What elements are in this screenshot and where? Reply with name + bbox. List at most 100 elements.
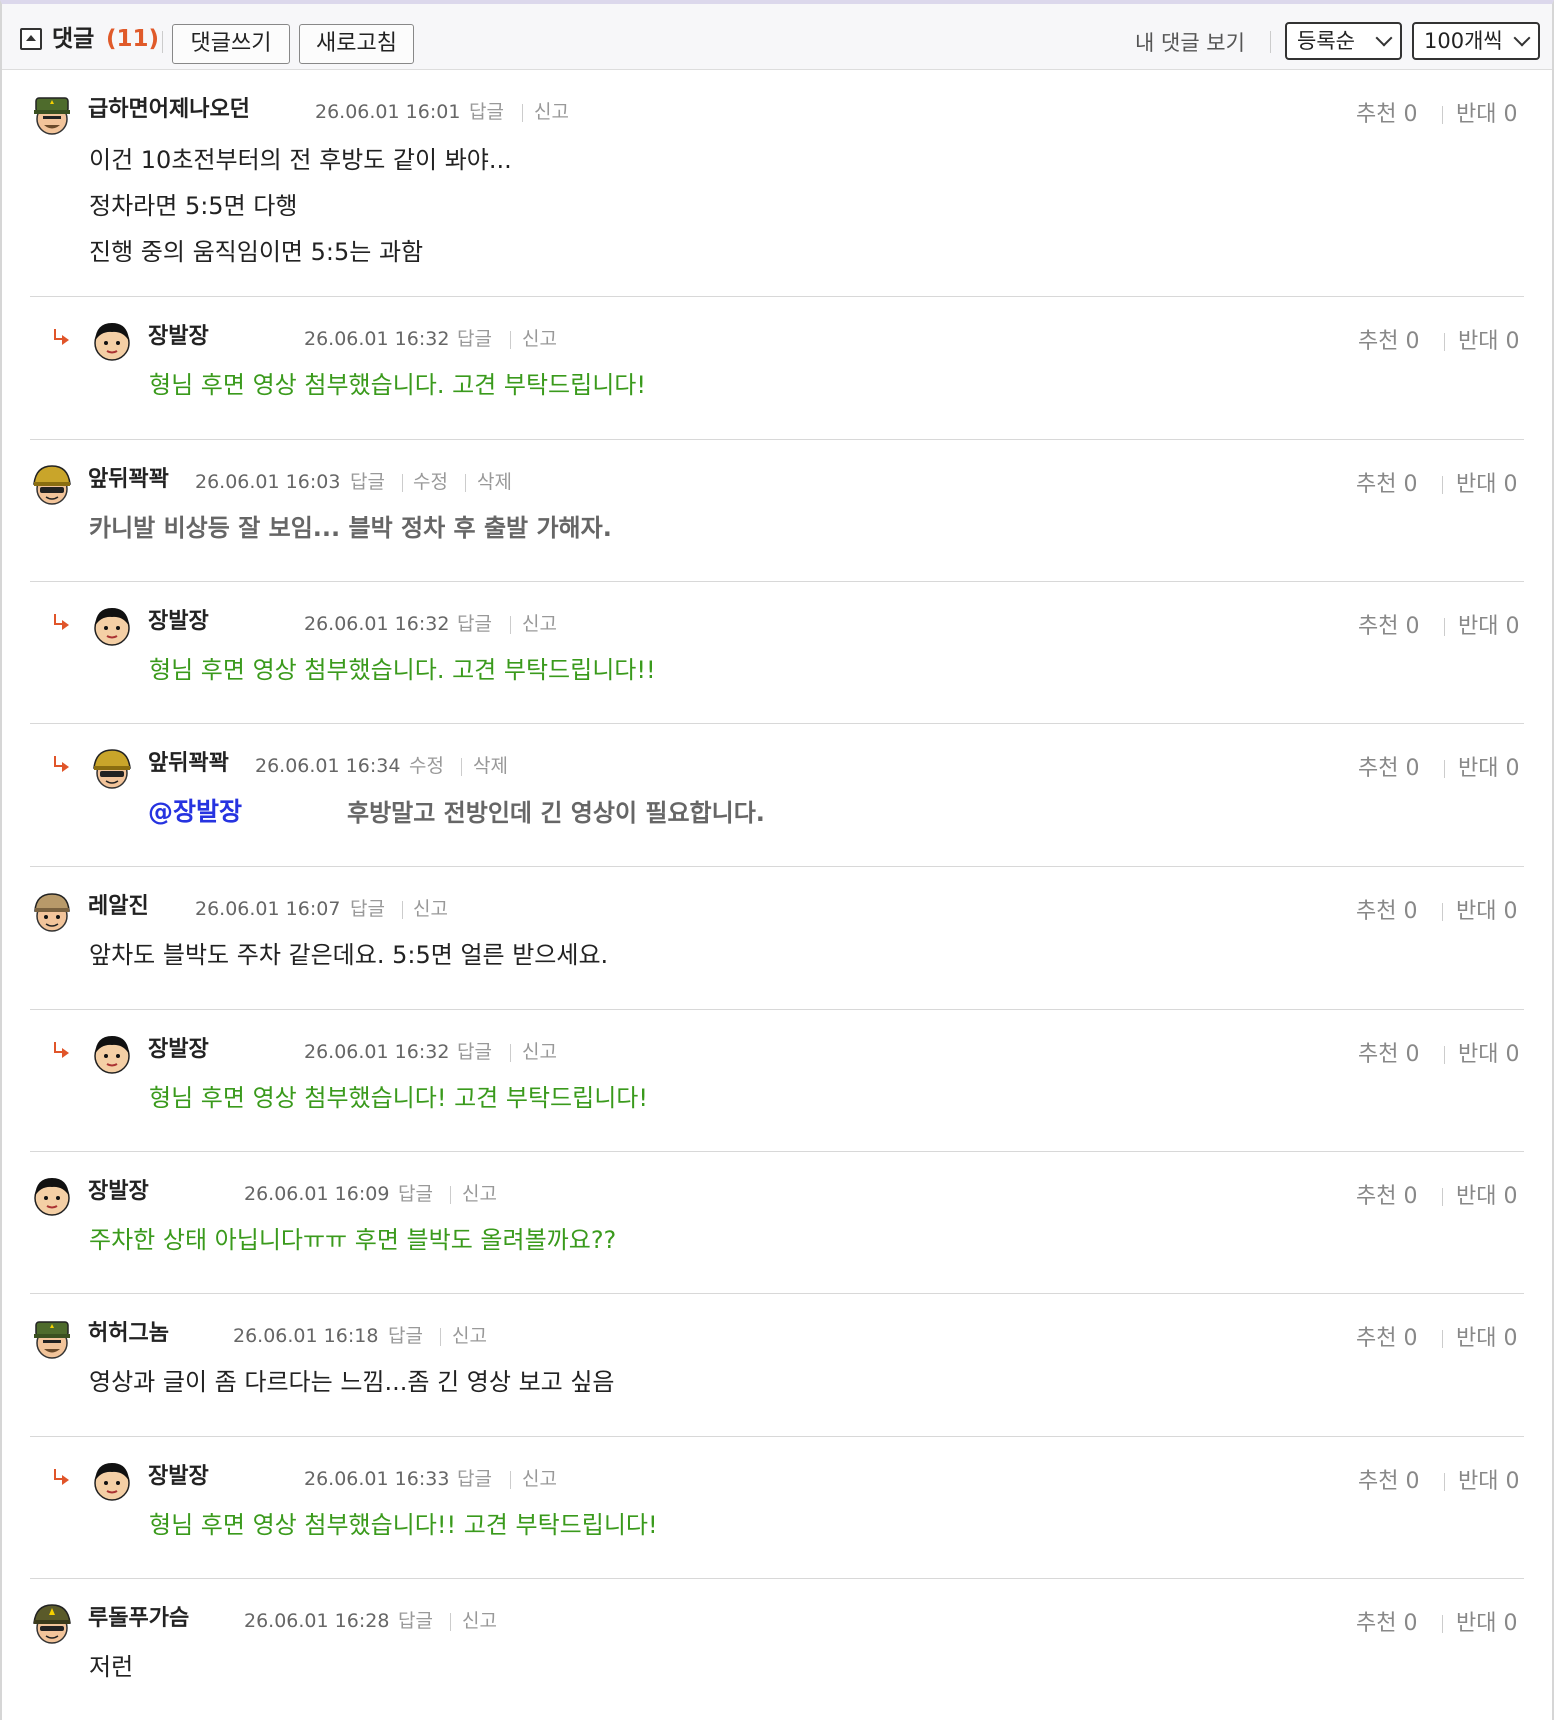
comment-author[interactable]: 장발장 [148, 607, 209, 637]
comment-item: 장발장 26.06.01 16:09 답글 신고 추천 0 반대 0 주차한 상… [2, 1152, 1552, 1294]
comment-text: 진행 중의 움직임이면 5:5는 과함 [89, 238, 424, 266]
vote-divider [1444, 333, 1445, 351]
oppose-button[interactable]: 반대 0 [1456, 1324, 1517, 1354]
oppose-button[interactable]: 반대 0 [1456, 100, 1517, 130]
comment-author[interactable]: 허허그놈 [88, 1319, 169, 1349]
cap-avatar-icon [34, 893, 70, 932]
vote-divider [1442, 1188, 1443, 1206]
comment-author[interactable]: 급하면어제나오던 [88, 95, 250, 125]
reply-link[interactable]: 답글 [398, 1179, 433, 1209]
comment-author[interactable]: 루돌푸가슴 [88, 1604, 189, 1634]
reply-link[interactable]: 답글 [469, 97, 504, 127]
comment-author[interactable]: 장발장 [148, 322, 209, 352]
reply-arrow-icon [52, 1042, 69, 1058]
refresh-button[interactable]: 새로고침 [299, 24, 414, 64]
edit-link[interactable]: 수정 [409, 751, 444, 781]
vote-divider [1444, 618, 1445, 636]
comment-panel: 댓글 (11) 댓글쓰기 새로고침 내 댓글 보기 등록순 100개씩 급하면어… [0, 0, 1554, 1720]
comment-item: 급하면어제나오던 26.06.01 16:01 답글 신고 추천 0 반대 0 … [2, 70, 1552, 297]
recommend-button[interactable]: 추천 0 [1356, 100, 1417, 130]
reply-arrow-icon [52, 329, 69, 345]
report-link[interactable]: 신고 [522, 609, 557, 639]
comment-author[interactable]: 레알진 [88, 892, 149, 922]
action-divider [510, 331, 511, 349]
report-link[interactable]: 신고 [452, 1321, 487, 1351]
reply-link[interactable]: 답글 [398, 1606, 433, 1636]
oppose-button[interactable]: 반대 0 [1456, 470, 1517, 500]
report-link[interactable]: 신고 [462, 1179, 497, 1209]
recommend-button[interactable]: 추천 0 [1358, 612, 1419, 642]
recommend-button[interactable]: 추천 0 [1356, 1324, 1417, 1354]
boy-avatar-icon [94, 1036, 130, 1074]
comment-item: 루돌푸가슴 26.06.01 16:28 답글 신고 추천 0 반대 0 저런 [2, 1579, 1552, 1720]
recommend-button[interactable]: 추천 0 [1356, 1609, 1417, 1639]
recommend-button[interactable]: 추천 0 [1358, 754, 1419, 784]
comment-author[interactable]: 앞뒤꽉꽉 [148, 749, 229, 779]
oppose-button[interactable]: 반대 0 [1456, 1609, 1517, 1639]
header-divider [1270, 31, 1271, 53]
action-divider [450, 1186, 451, 1204]
comment-author[interactable]: 앞뒤꽉꽉 [88, 465, 169, 495]
oppose-button[interactable]: 반대 0 [1458, 327, 1519, 357]
comment-author[interactable]: 장발장 [148, 1462, 209, 1492]
delete-link[interactable]: 삭제 [473, 751, 508, 781]
report-link[interactable]: 신고 [462, 1606, 497, 1636]
report-link[interactable]: 신고 [413, 894, 448, 924]
report-link[interactable]: 신고 [522, 1037, 557, 1067]
comment-text: 영상과 글이 좀 다르다는 느낌...좀 긴 영상 보고 싶음 [89, 1368, 615, 1396]
helmet-avatar-icon [33, 465, 71, 505]
comment-text: 후방말고 전방인데 긴 영상이 필요합니다. [347, 799, 765, 827]
recommend-button[interactable]: 추천 0 [1356, 897, 1417, 927]
comment-title: 댓글 [52, 26, 95, 52]
reply-item: 장발장 26.06.01 16:32 답글 신고 추천 0 반대 0 형님 후면… [2, 1010, 1552, 1152]
comment-author[interactable]: 장발장 [148, 1035, 209, 1065]
comment-date: 26.06.01 16:28 [244, 1610, 390, 1632]
oppose-button[interactable]: 반대 0 [1458, 612, 1519, 642]
oppose-button[interactable]: 반대 0 [1458, 1040, 1519, 1070]
report-link[interactable]: 신고 [534, 97, 569, 127]
reply-link[interactable]: 답글 [457, 324, 492, 354]
oppose-button[interactable]: 반대 0 [1458, 754, 1519, 784]
helmet-avatar-icon [93, 749, 131, 789]
comment-author[interactable]: 장발장 [88, 1177, 149, 1207]
reply-link[interactable]: 답글 [350, 894, 385, 924]
comment-text: 주차한 상태 아닙니다ㅠㅠ 후면 블박도 올려볼까요?? [89, 1226, 617, 1254]
reply-link[interactable]: 답글 [457, 609, 492, 639]
recommend-button[interactable]: 추천 0 [1356, 1182, 1417, 1212]
delete-link[interactable]: 삭제 [477, 467, 512, 497]
comment-item: 레알진 26.06.01 16:07 답글 신고 추천 0 반대 0 앞차도 블… [2, 867, 1552, 1010]
reply-link[interactable]: 답글 [457, 1037, 492, 1067]
oppose-button[interactable]: 반대 0 [1458, 1467, 1519, 1497]
boy-avatar-icon [94, 323, 130, 361]
reply-arrow-icon [52, 756, 69, 772]
report-link[interactable]: 신고 [522, 1464, 557, 1494]
vote-divider [1442, 903, 1443, 921]
recommend-button[interactable]: 추천 0 [1356, 470, 1417, 500]
reply-link[interactable]: 답글 [388, 1321, 423, 1351]
report-link[interactable]: 신고 [522, 324, 557, 354]
oppose-button[interactable]: 반대 0 [1456, 897, 1517, 927]
comment-text: 정차라면 5:5면 다행 [89, 192, 298, 220]
reply-link[interactable]: 답글 [457, 1464, 492, 1494]
my-comments-link[interactable]: 내 댓글 보기 [1135, 28, 1245, 58]
per-page-select[interactable]: 100개씩 [1412, 22, 1540, 60]
recommend-button[interactable]: 추천 0 [1358, 1040, 1419, 1070]
collapse-toggle-icon[interactable] [20, 28, 42, 50]
comment-date: 26.06.01 16:32 [304, 1041, 450, 1063]
sort-select[interactable]: 등록순 [1285, 22, 1402, 60]
edit-link[interactable]: 수정 [413, 467, 448, 497]
comment-item: 앞뒤꽉꽉 26.06.01 16:03 답글 수정 삭제 추천 0 반대 0 카… [2, 440, 1552, 582]
recommend-button[interactable]: 추천 0 [1358, 1467, 1419, 1497]
action-divider [450, 1613, 451, 1631]
mention-link[interactable]: @장발장 [148, 795, 242, 829]
recommend-button[interactable]: 추천 0 [1358, 327, 1419, 357]
oppose-button[interactable]: 반대 0 [1456, 1182, 1517, 1212]
chevron-down-icon [1375, 29, 1393, 47]
per-page-select-value: 100개씩 [1424, 29, 1503, 53]
action-divider [510, 616, 511, 634]
reply-link[interactable]: 답글 [350, 467, 385, 497]
action-divider [522, 104, 523, 122]
write-comment-button[interactable]: 댓글쓰기 [172, 24, 290, 64]
action-divider [510, 1471, 511, 1489]
comment-date: 26.06.01 16:34 [255, 755, 401, 777]
